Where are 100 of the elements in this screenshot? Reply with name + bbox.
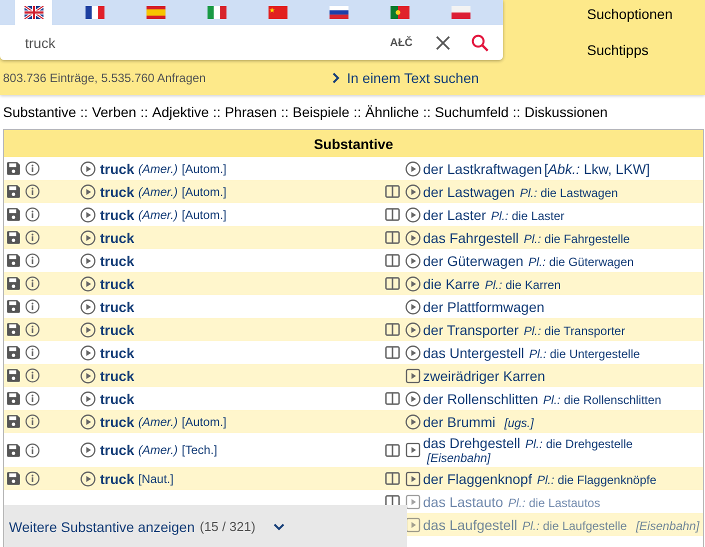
columns-icon[interactable]	[385, 207, 400, 222]
play-icon[interactable]	[405, 230, 421, 246]
play-icon[interactable]	[80, 414, 96, 430]
play-icon[interactable]	[405, 344, 421, 360]
columns-icon[interactable]	[385, 345, 400, 360]
english-term[interactable]: truck	[100, 442, 134, 458]
columns-icon[interactable]	[385, 322, 400, 337]
text-search-link[interactable]: In einem Text suchen	[346, 70, 479, 86]
columns-icon[interactable]	[385, 391, 400, 406]
play-icon[interactable]	[80, 298, 96, 314]
save-icon[interactable]	[6, 414, 21, 429]
columns-icon[interactable]	[385, 471, 400, 486]
play-icon[interactable]	[405, 276, 421, 292]
play-icon[interactable]	[80, 206, 96, 222]
english-term[interactable]: truck	[100, 368, 134, 384]
category-link[interactable]: Adjektive	[152, 104, 209, 120]
save-icon[interactable]	[6, 471, 21, 486]
english-term[interactable]: truck	[100, 414, 134, 430]
info-icon[interactable]	[25, 345, 40, 360]
german-term[interactable]: der Brummi	[423, 414, 496, 430]
info-icon[interactable]	[25, 253, 40, 268]
play-icon[interactable]	[80, 252, 96, 268]
german-term[interactable]: die Karre	[423, 276, 480, 292]
german-term[interactable]: der Güterwagen	[423, 252, 524, 268]
close-icon[interactable]	[434, 34, 451, 50]
english-term[interactable]: truck	[100, 298, 134, 314]
english-term[interactable]: truck	[100, 322, 134, 338]
info-icon[interactable]	[25, 161, 40, 176]
english-term[interactable]: truck	[100, 184, 134, 200]
search-field[interactable]: truck	[25, 34, 360, 50]
play-icon[interactable]	[80, 160, 96, 176]
german-term[interactable]: der Transporter	[423, 322, 519, 338]
save-icon[interactable]	[6, 442, 21, 458]
play-icon[interactable]	[80, 344, 96, 360]
save-icon[interactable]	[6, 207, 21, 222]
play-box-icon[interactable]	[405, 368, 421, 384]
info-icon[interactable]	[25, 471, 40, 486]
info-icon[interactable]	[25, 322, 40, 337]
save-icon[interactable]	[6, 161, 21, 176]
german-term[interactable]: der Lastkraftwagen	[423, 160, 542, 176]
columns-icon[interactable]	[385, 253, 400, 268]
german-term[interactable]: der Flaggenknopf	[423, 470, 532, 486]
info-icon[interactable]	[25, 368, 40, 383]
german-term[interactable]: der Plattformwagen	[423, 298, 544, 314]
english-term[interactable]: truck	[100, 276, 134, 292]
english-term[interactable]: truck	[100, 160, 134, 176]
special-characters-button[interactable]: AŁČ	[390, 36, 413, 48]
chevron-down-icon[interactable]	[273, 522, 286, 530]
save-icon[interactable]	[6, 299, 21, 314]
english-term[interactable]: truck	[100, 252, 134, 268]
info-icon[interactable]	[25, 391, 40, 406]
english-term[interactable]: truck	[100, 470, 134, 486]
play-icon[interactable]	[80, 230, 96, 246]
info-icon[interactable]	[25, 184, 40, 199]
category-link[interactable]: Suchumfeld	[434, 104, 509, 120]
english-term[interactable]: truck	[100, 344, 134, 360]
columns-icon[interactable]	[385, 276, 400, 291]
play-box-icon[interactable]	[405, 470, 421, 486]
german-term[interactable]: der Rollenschlitten	[423, 390, 538, 406]
english-term[interactable]: truck	[100, 230, 134, 246]
play-box-icon[interactable]	[405, 494, 421, 510]
play-icon[interactable]	[405, 390, 421, 406]
category-link[interactable]: Verben	[92, 104, 136, 120]
side-link[interactable]: Suchtipps	[587, 42, 673, 58]
german-term[interactable]: das Lastauto	[423, 494, 504, 510]
info-icon[interactable]	[25, 442, 40, 458]
german-term[interactable]: der Laster	[423, 206, 486, 222]
play-icon[interactable]	[405, 414, 421, 430]
german-term[interactable]: zweirädriger Karren	[423, 368, 546, 384]
play-icon[interactable]	[405, 298, 421, 314]
play-icon[interactable]	[405, 252, 421, 268]
category-link[interactable]: Beispiele	[292, 104, 350, 120]
play-icon[interactable]	[80, 470, 96, 486]
language-tab[interactable]	[15, 0, 52, 25]
category-link[interactable]: Ähnliche	[365, 104, 419, 120]
save-icon[interactable]	[6, 230, 21, 245]
category-link[interactable]: Phrasen	[224, 104, 277, 120]
german-term[interactable]: das Drehgestell	[423, 435, 520, 451]
columns-icon[interactable]	[385, 230, 400, 245]
save-icon[interactable]	[6, 391, 21, 406]
play-icon[interactable]	[405, 322, 421, 338]
columns-icon[interactable]	[385, 184, 400, 199]
play-icon[interactable]	[405, 184, 421, 200]
info-icon[interactable]	[25, 207, 40, 222]
category-link[interactable]: Substantive	[3, 104, 76, 120]
play-icon[interactable]	[80, 442, 96, 458]
english-term[interactable]: truck	[100, 390, 134, 406]
play-icon[interactable]	[80, 184, 96, 200]
play-icon[interactable]	[80, 368, 96, 384]
category-link[interactable]: Diskussionen	[524, 104, 608, 120]
save-icon[interactable]	[6, 276, 21, 291]
play-icon[interactable]	[405, 206, 421, 222]
info-icon[interactable]	[25, 414, 40, 429]
save-icon[interactable]	[6, 368, 21, 383]
info-icon[interactable]	[25, 276, 40, 291]
german-term[interactable]: der Lastwagen	[423, 184, 515, 200]
info-icon[interactable]	[25, 299, 40, 314]
play-icon[interactable]	[80, 322, 96, 338]
german-term[interactable]: das Fahrgestell	[423, 230, 519, 246]
search-icon[interactable]	[470, 34, 489, 52]
